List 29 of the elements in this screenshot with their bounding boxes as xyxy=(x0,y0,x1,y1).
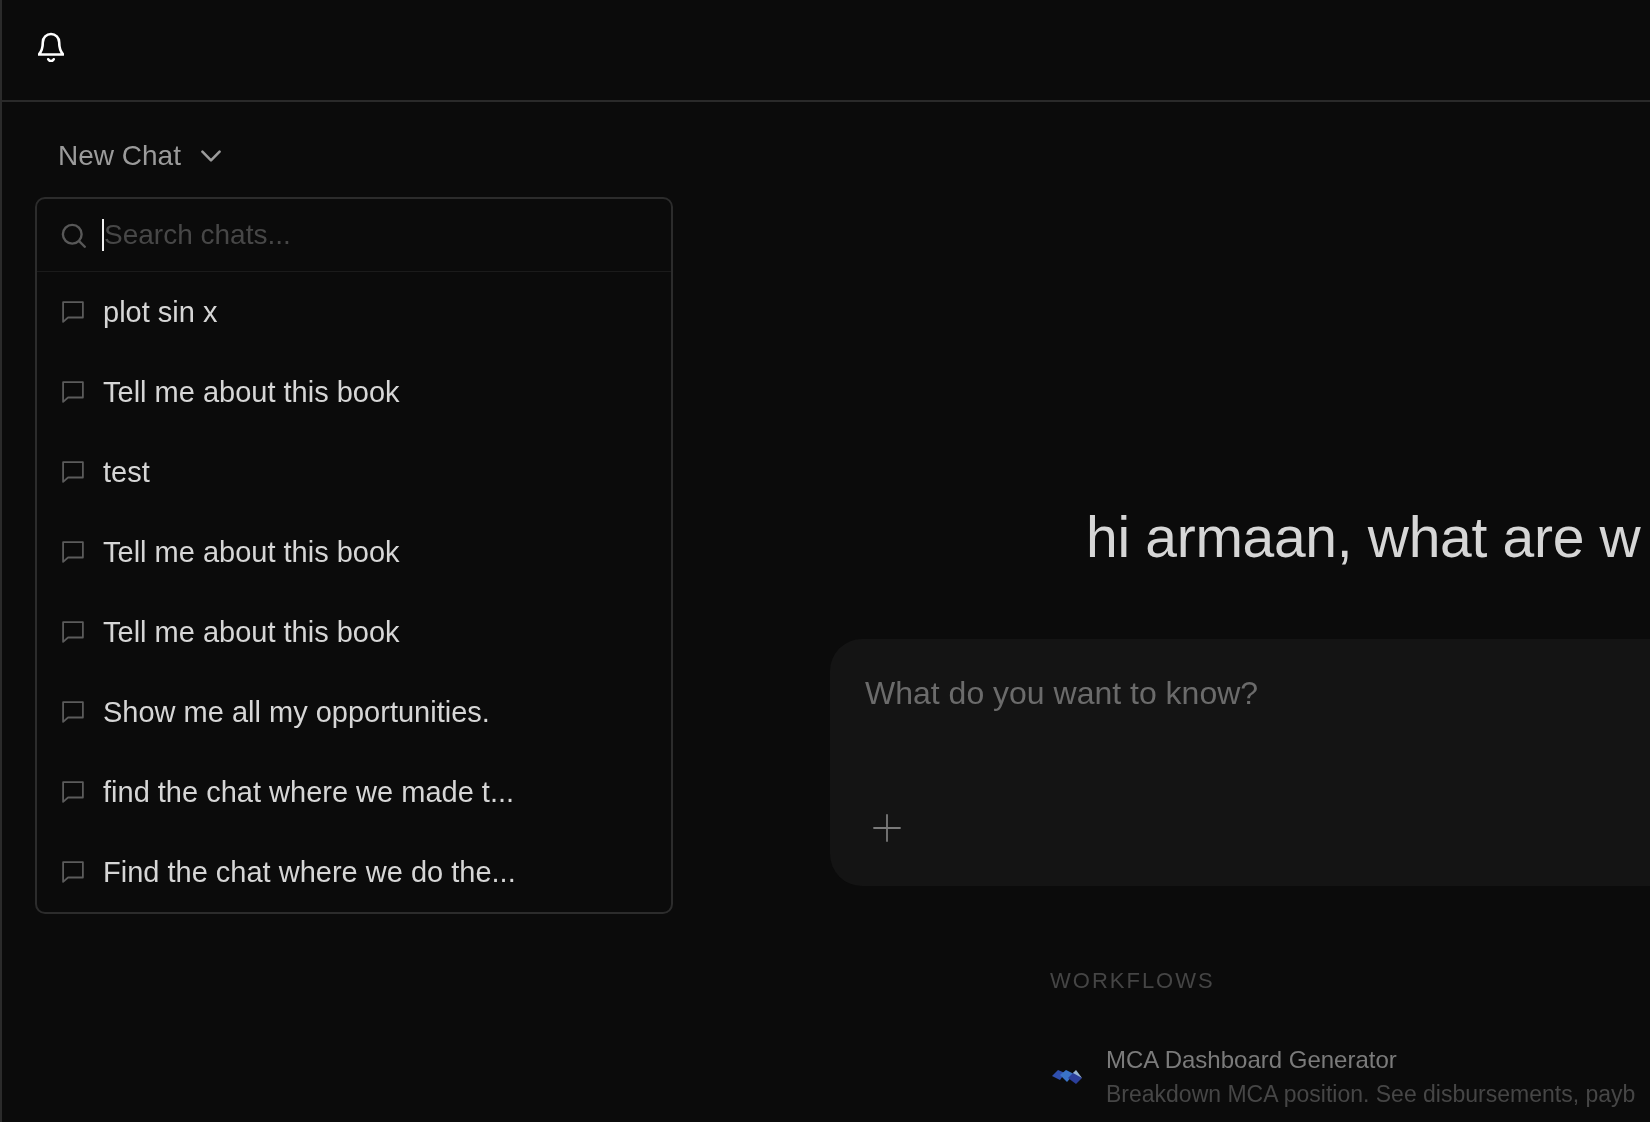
bell-icon[interactable] xyxy=(38,32,64,62)
chat-bubble-icon xyxy=(62,461,84,483)
search-icon xyxy=(61,222,86,248)
chat-bubble-icon xyxy=(62,701,84,723)
new-chat-dropdown[interactable]: New Chat xyxy=(46,134,233,178)
workflow-description: Breakdown MCA position. See disbursements, payb xyxy=(1106,1080,1636,1108)
chat-history-item[interactable]: Tell me about this book xyxy=(37,352,671,432)
section-heading: WORKFLOWS xyxy=(1050,969,1215,993)
plus-icon[interactable] xyxy=(873,814,901,842)
prompt-input[interactable]: What do you want to know? xyxy=(865,673,1605,763)
chat-bubble-icon xyxy=(62,301,84,323)
message-composer[interactable]: What do you want to know? xyxy=(830,639,1650,886)
search-input[interactable]: Search chats... xyxy=(104,215,574,255)
chat-history-item[interactable]: Find the chat where we do the... xyxy=(37,832,671,912)
chat-history-item[interactable]: Tell me about this book xyxy=(37,592,671,672)
chat-history-item[interactable]: plot sin x xyxy=(37,272,671,352)
chevron-down-icon xyxy=(200,150,221,162)
chat-bubble-icon xyxy=(62,781,84,803)
greeting-heading: hi armaan, what are w xyxy=(1086,504,1641,571)
chat-bubble-icon xyxy=(62,381,84,403)
chat-history-item[interactable]: Tell me about this book xyxy=(37,512,671,592)
stacked-tiles-icon xyxy=(1052,1068,1082,1085)
chat-bubble-icon xyxy=(62,541,84,563)
workflow-title[interactable]: MCA Dashboard Generator xyxy=(1106,1045,1397,1075)
chat-history-item[interactable]: Show me all my opportunities. xyxy=(37,672,671,752)
chat-bubble-icon xyxy=(62,621,84,643)
chat-bubble-icon xyxy=(62,861,84,883)
chat-history-item[interactable]: test xyxy=(37,432,671,512)
chat-history-item[interactable]: find the chat where we made t... xyxy=(37,752,671,832)
